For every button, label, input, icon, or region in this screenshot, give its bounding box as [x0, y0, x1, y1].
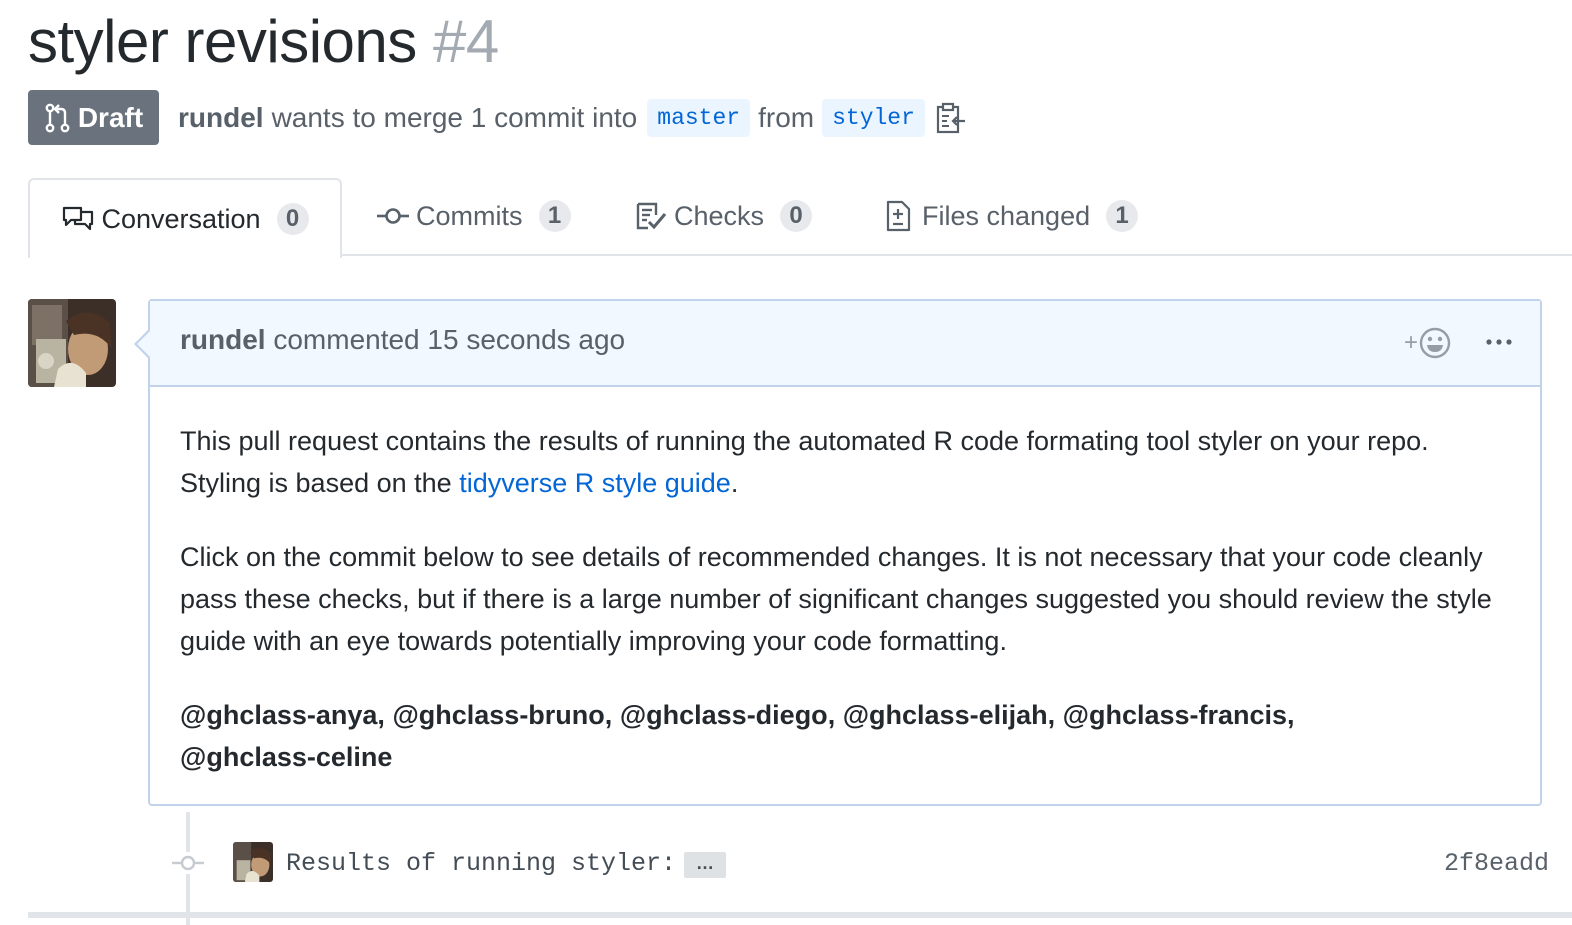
more-options-icon[interactable]: [1484, 328, 1514, 356]
tab-commits[interactable]: Commits 1: [376, 178, 571, 254]
commit-sha-link[interactable]: 2f8eadd: [1444, 849, 1549, 878]
comment-pointer-fill: [137, 330, 151, 358]
draft-label: Draft: [77, 101, 144, 133]
pr-meta: rundel wants to merge 1 commit into mast…: [178, 96, 967, 140]
mention-link[interactable]: @ghclass-celine: [180, 742, 392, 772]
comment-header-text: rundel commented 15 seconds ago: [180, 324, 625, 356]
comment-discussion-icon: [63, 206, 94, 231]
head-branch[interactable]: styler: [822, 99, 925, 137]
tab-files-changed[interactable]: Files changed 1: [882, 178, 1139, 254]
mention-link[interactable]: @ghclass-diego: [620, 700, 828, 730]
timeline-end-divider: [28, 912, 1572, 918]
comment-paragraph-2: Click on the commit below to see details…: [180, 542, 1492, 656]
draft-status-badge: Draft: [28, 90, 159, 145]
commit-message-link[interactable]: Results of running styler:: [286, 849, 676, 878]
p1-end: .: [730, 468, 739, 498]
clipboard-copy-icon[interactable]: [935, 101, 967, 135]
comment-author-link[interactable]: rundel: [180, 324, 266, 355]
mention-link[interactable]: @ghclass-francis: [1063, 700, 1287, 730]
tab-conversation-label: Conversation: [101, 203, 261, 234]
p1-text: This pull request contains the results o…: [180, 426, 1429, 498]
tidyverse-style-guide-link[interactable]: tidyverse R style guide: [459, 468, 731, 498]
pr-title: styler revisions #4: [28, 4, 499, 80]
comment-paragraph-1: This pull request contains the results o…: [180, 420, 1510, 504]
tab-commits-label: Commits: [416, 200, 523, 231]
reaction-plus: +: [1404, 329, 1419, 356]
author-avatar[interactable]: [28, 299, 116, 387]
tab-commits-count: 1: [538, 200, 571, 232]
git-pull-request-icon: [45, 103, 70, 132]
mention-link[interactable]: @ghclass-bruno: [392, 700, 604, 730]
git-commit-icon: [172, 852, 204, 874]
commit-author-avatar[interactable]: [233, 842, 273, 882]
add-reaction-button[interactable]: +: [1404, 326, 1460, 360]
base-branch[interactable]: master: [647, 99, 751, 137]
merge-text: wants to merge 1 commit into: [271, 102, 638, 133]
checklist-icon: [636, 202, 667, 230]
file-diff-icon: [886, 200, 911, 232]
expand-commit-message-button[interactable]: …: [684, 852, 726, 878]
comment-mentions: @ghclass-anya, @ghclass-bruno, @ghclass-…: [180, 700, 1295, 772]
comment-action: commented: [273, 324, 420, 355]
tab-conversation-count: 0: [276, 203, 309, 235]
tab-files-label: Files changed: [922, 200, 1091, 231]
smiley-icon: [1419, 327, 1451, 359]
tab-files-count: 1: [1106, 200, 1139, 232]
tab-checks[interactable]: Checks 0: [634, 178, 813, 254]
from-text: from: [758, 102, 815, 133]
mention-link[interactable]: @ghclass-anya: [180, 700, 377, 730]
comment-timestamp[interactable]: 15 seconds ago: [427, 324, 625, 355]
pr-title-text: styler revisions: [28, 8, 417, 75]
pr-number: #4: [432, 8, 499, 75]
git-commit-icon: [377, 208, 409, 224]
pr-author-link[interactable]: rundel: [178, 102, 264, 134]
tab-conversation[interactable]: Conversation 0: [28, 178, 342, 258]
tab-checks-label: Checks: [674, 200, 765, 231]
mention-link[interactable]: @ghclass-elijah: [843, 700, 1048, 730]
tab-checks-count: 0: [780, 200, 813, 232]
